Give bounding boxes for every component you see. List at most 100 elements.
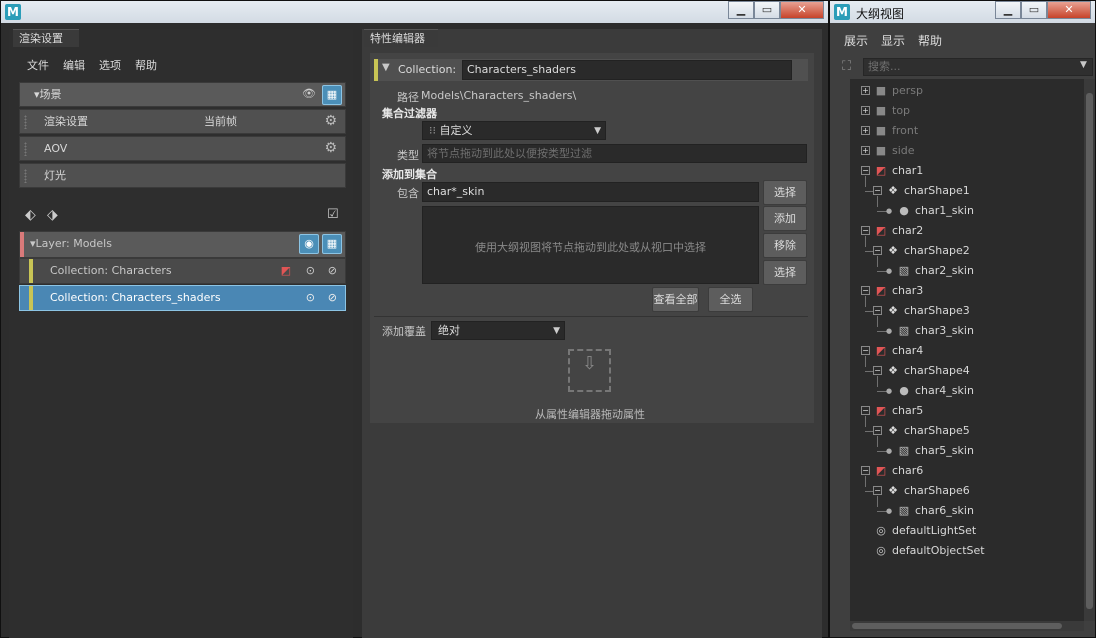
tree-item-shader[interactable]: ▧ char6_skin <box>897 501 974 521</box>
tree-item-shader[interactable]: ▧ char3_skin <box>897 321 974 341</box>
drop-target-icon[interactable]: ⇩ <box>568 349 611 392</box>
tree-item-set[interactable]: ◎ defaultLightSet <box>874 521 976 541</box>
override-dropdown[interactable]: 绝对 ▼ <box>431 321 565 340</box>
collection-row[interactable]: Collection: Characters ◩ ⊙ ⊘ <box>19 258 346 284</box>
layer-row[interactable]: ▾Layer: Models ◉ ▦ <box>19 231 346 258</box>
collapse-icon[interactable]: − <box>861 346 870 355</box>
add-button[interactable]: 添加 <box>763 206 807 231</box>
tree-item-transform[interactable]: ◩ char6 <box>874 461 923 481</box>
tree-item-camera[interactable]: ■ front <box>874 121 918 141</box>
visibility-icon[interactable]: ◉ <box>299 234 319 254</box>
collapse-icon[interactable]: − <box>873 246 882 255</box>
filter-icon[interactable]: ⛶ <box>842 59 851 74</box>
drag-handle[interactable] <box>24 169 27 183</box>
select-all-button[interactable]: 全选 <box>708 287 753 312</box>
collapse-icon[interactable]: − <box>861 286 870 295</box>
enable-icon[interactable]: ⊙ <box>306 286 315 310</box>
attribute-editor-tab[interactable]: 特性编辑器 <box>364 29 438 47</box>
close-button[interactable]: ✕ <box>1047 1 1091 19</box>
tree-item-camera[interactable]: ■ persp <box>874 81 923 101</box>
tree-item-set[interactable]: ◎ defaultObjectSet <box>874 541 984 561</box>
menu-help[interactable]: 帮助 <box>135 55 157 77</box>
select-button[interactable]: 选择 <box>763 180 807 205</box>
eye-icon[interactable]: 👁 <box>299 85 319 105</box>
collapse-icon[interactable]: − <box>861 226 870 235</box>
expand-icon[interactable]: + <box>861 86 870 95</box>
lights-row[interactable]: 灯光 <box>19 163 346 188</box>
gear-icon[interactable]: ⚙ <box>324 110 337 133</box>
create-layer-icon[interactable]: ⬖ <box>25 207 36 223</box>
create-collection-icon[interactable]: ⬗ <box>47 207 58 223</box>
tree-item-shader[interactable]: ▧ char2_skin <box>897 261 974 281</box>
tree-item-shader[interactable]: ● char1_skin <box>897 201 974 221</box>
aov-row[interactable]: AOV ⚙ <box>19 136 346 161</box>
collection-row-selected[interactable]: Collection: Characters_shaders ⊙ ⊘ <box>19 285 346 311</box>
tree-item-transform[interactable]: ◩ char2 <box>874 221 923 241</box>
tree-item-shape[interactable]: ❖ charShape4 <box>886 361 970 381</box>
collapse-icon[interactable]: − <box>873 306 882 315</box>
expand-icon[interactable]: + <box>861 106 870 115</box>
expand-icon[interactable]: + <box>861 146 870 155</box>
scene-row[interactable]: ▾场景 👁 ▦ <box>19 82 346 107</box>
renderable-icon[interactable]: ▦ <box>322 234 342 254</box>
enable-icon[interactable]: ⊙ <box>306 259 315 283</box>
tree-item-shape[interactable]: ❖ charShape3 <box>886 301 970 321</box>
render-settings-row[interactable]: 渲染设置 当前帧 ⚙ <box>19 109 346 134</box>
view-all-button[interactable]: 查看全部 <box>652 287 699 312</box>
check-icon[interactable]: ☑ <box>327 207 339 222</box>
tree-item-camera[interactable]: ■ top <box>874 101 910 121</box>
tree-item-shape[interactable]: ❖ charShape5 <box>886 421 970 441</box>
drag-handle[interactable] <box>24 142 27 156</box>
tree-item-camera[interactable]: ■ side <box>874 141 915 161</box>
filter-dropdown[interactable]: ⁝⁝ 自定义 ▼ <box>422 121 606 140</box>
menu-show[interactable]: 显示 <box>881 30 905 52</box>
shape-name: charShape5 <box>904 424 970 437</box>
tree-item-shader[interactable]: ▧ char5_skin <box>897 441 974 461</box>
collapse-icon[interactable]: − <box>861 166 870 175</box>
tree-item-shape[interactable]: ❖ charShape1 <box>886 181 970 201</box>
search-dropdown-icon[interactable]: ▼ <box>1080 60 1087 70</box>
render-setup-tab[interactable]: 渲染设置 <box>13 29 79 47</box>
type-filter-field[interactable]: 将节点拖动到此处以便按类型过滤 <box>422 144 807 163</box>
collapse-icon[interactable]: − <box>861 466 870 475</box>
remove-button[interactable]: 移除 <box>763 233 807 258</box>
tree-item-transform[interactable]: ◩ char3 <box>874 281 923 301</box>
tree-item-transform[interactable]: ◩ char5 <box>874 401 923 421</box>
restore-button[interactable]: ▭ <box>1021 1 1047 19</box>
collapse-icon[interactable]: − <box>873 366 882 375</box>
hscroll-thumb[interactable] <box>852 623 1062 629</box>
collection-members-list[interactable]: 使用大纲视图将节点拖动到此处或从视口中选择 <box>422 206 759 284</box>
isolate-icon[interactable]: ⊘ <box>328 286 337 310</box>
drag-handle[interactable] <box>24 115 27 129</box>
tree-item-shape[interactable]: ❖ charShape2 <box>886 241 970 261</box>
minimize-button[interactable]: ▁ <box>728 1 754 19</box>
scrollbar-thumb[interactable] <box>1086 93 1093 609</box>
collapse-icon[interactable]: − <box>873 186 882 195</box>
collapse-icon[interactable]: − <box>861 406 870 415</box>
scrollbar[interactable] <box>1084 79 1095 621</box>
menu-file[interactable]: 文件 <box>27 55 49 77</box>
select-members-button[interactable]: 选择 <box>763 260 807 285</box>
tree-item-transform[interactable]: ◩ char1 <box>874 161 923 181</box>
include-expression-field[interactable]: char*_skin <box>422 182 759 202</box>
collapse-icon[interactable]: − <box>873 426 882 435</box>
minimize-button[interactable]: ▁ <box>995 1 1021 19</box>
tree-item-shape[interactable]: ❖ charShape6 <box>886 481 970 501</box>
horizontal-scrollbar[interactable] <box>850 621 1084 631</box>
close-button[interactable]: ✕ <box>780 1 824 19</box>
collapse-arrow-icon[interactable]: ▼ <box>382 62 390 73</box>
menu-edit[interactable]: 编辑 <box>63 55 85 77</box>
tree-item-transform[interactable]: ◩ char4 <box>874 341 923 361</box>
menu-display[interactable]: 展示 <box>844 30 868 52</box>
collection-name-field[interactable]: Characters_shaders <box>462 60 792 80</box>
menu-options[interactable]: 选项 <box>99 55 121 77</box>
tree-item-shader[interactable]: ● char4_skin <box>897 381 974 401</box>
collapse-icon[interactable]: − <box>873 486 882 495</box>
menu-help[interactable]: 帮助 <box>918 30 942 52</box>
render-setup-icon[interactable]: ▦ <box>322 85 342 105</box>
expand-icon[interactable]: + <box>861 126 870 135</box>
isolate-icon[interactable]: ⊘ <box>328 259 337 283</box>
search-input[interactable]: 搜索... <box>863 58 1093 76</box>
gear-icon[interactable]: ⚙ <box>324 137 337 160</box>
restore-button[interactable]: ▭ <box>754 1 780 19</box>
